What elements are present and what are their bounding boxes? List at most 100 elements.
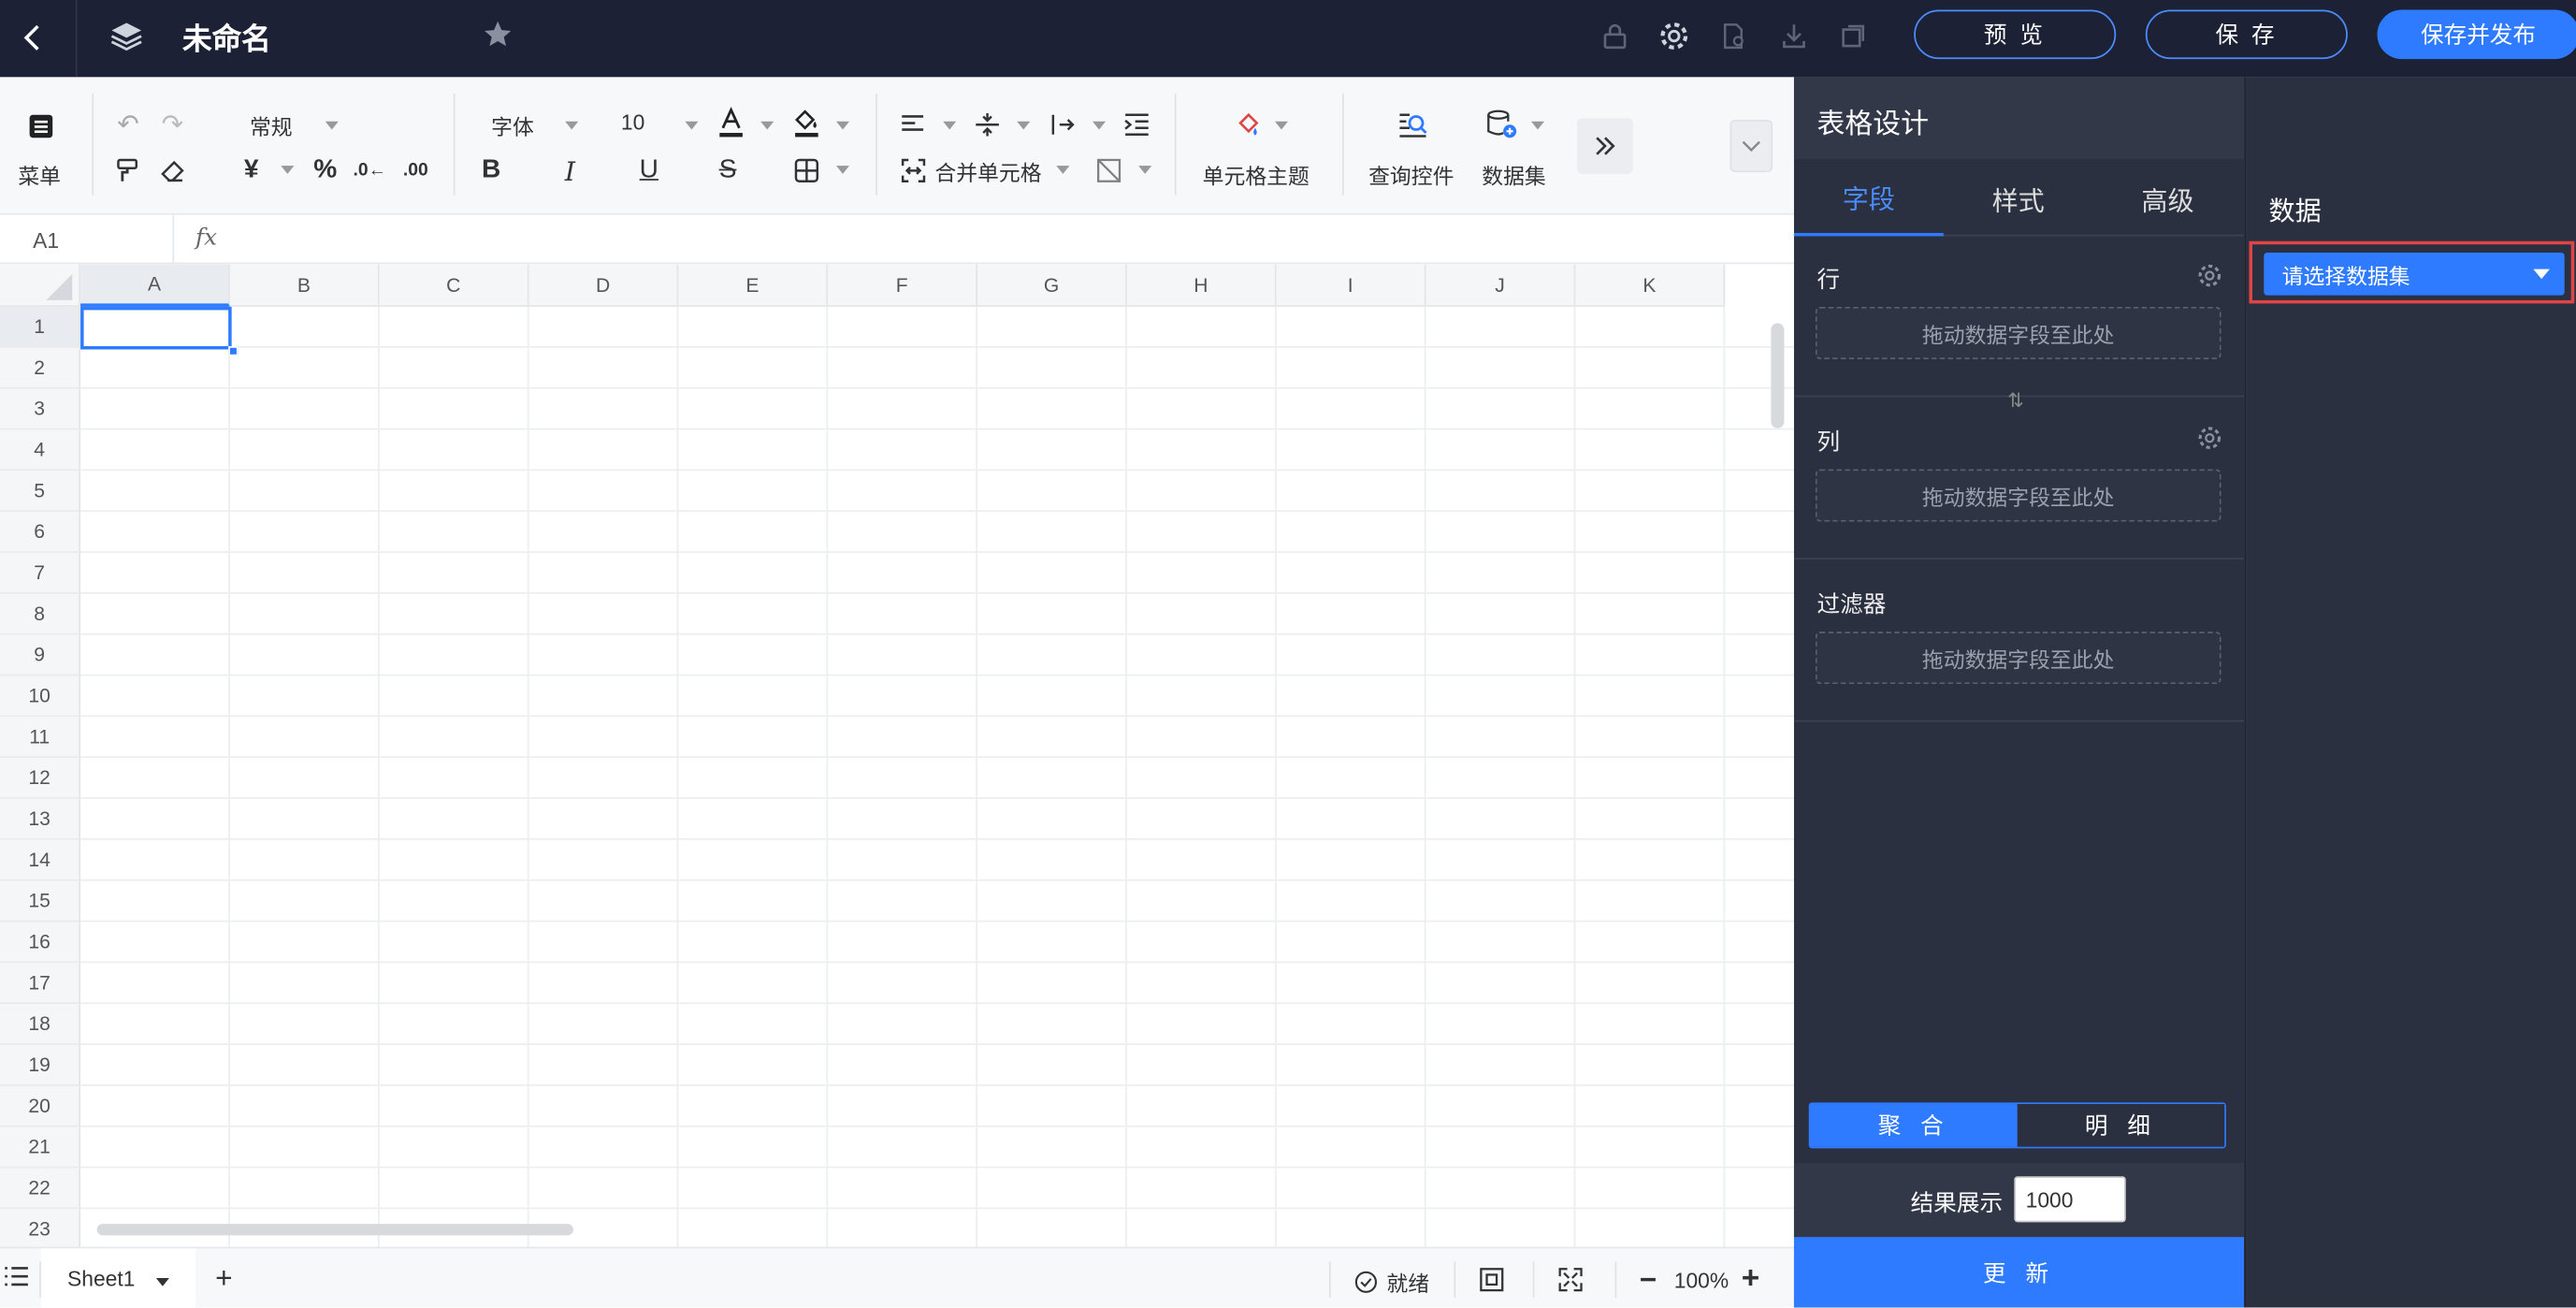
row-header[interactable]: 18 bbox=[0, 1004, 81, 1045]
query-control-icon[interactable] bbox=[1397, 109, 1429, 141]
row-header[interactable]: 8 bbox=[0, 593, 81, 635]
layers-icon[interactable] bbox=[107, 17, 146, 56]
mode-aggregate-button[interactable]: 聚 合 bbox=[1810, 1104, 2018, 1147]
row-header[interactable]: 14 bbox=[0, 839, 81, 881]
chevron-down-icon[interactable] bbox=[1530, 121, 1544, 130]
column-header[interactable]: I bbox=[1276, 264, 1426, 307]
text-wrap-icon[interactable] bbox=[1047, 109, 1079, 141]
sheet-tab-label[interactable]: Sheet1 bbox=[67, 1267, 135, 1291]
fullscreen-icon[interactable] bbox=[1557, 1267, 1584, 1293]
zoom-out-icon[interactable]: − bbox=[1640, 1263, 1657, 1298]
chevron-down-icon[interactable] bbox=[835, 166, 850, 174]
settings-icon[interactable] bbox=[1656, 18, 1692, 54]
menu-icon[interactable] bbox=[24, 109, 57, 142]
bold-icon[interactable]: B bbox=[475, 154, 508, 187]
undo-icon[interactable]: ↶ bbox=[111, 109, 144, 141]
file-settings-icon[interactable] bbox=[1715, 18, 1752, 54]
row-header[interactable]: 17 bbox=[0, 963, 81, 1005]
eraser-icon[interactable] bbox=[156, 154, 189, 187]
row-header[interactable]: 2 bbox=[0, 347, 81, 389]
format-painter-icon[interactable] bbox=[111, 154, 144, 187]
row-header[interactable]: 7 bbox=[0, 552, 81, 594]
currency-icon[interactable]: ¥ bbox=[235, 154, 268, 187]
column-header[interactable]: D bbox=[528, 264, 679, 307]
row-header[interactable]: 16 bbox=[0, 922, 81, 964]
row-header[interactable]: 4 bbox=[0, 429, 81, 472]
zoom-in-icon[interactable]: + bbox=[1742, 1261, 1760, 1298]
swap-icon[interactable]: ⇅ bbox=[2007, 389, 2024, 413]
save-button[interactable]: 保 存 bbox=[2145, 9, 2348, 60]
chevron-down-icon[interactable] bbox=[943, 121, 957, 130]
add-sheet-button[interactable]: + bbox=[215, 1261, 232, 1296]
align-left-icon[interactable] bbox=[897, 109, 930, 141]
dataset-label[interactable]: 数据集 bbox=[1482, 159, 1546, 190]
chevron-down-icon[interactable] bbox=[835, 121, 850, 130]
column-header[interactable]: K bbox=[1575, 264, 1726, 307]
horizontal-scrollbar[interactable] bbox=[96, 1224, 573, 1236]
column-header[interactable]: J bbox=[1425, 264, 1576, 307]
preview-button[interactable]: 预 览 bbox=[1914, 9, 2117, 60]
dataset-icon[interactable] bbox=[1485, 109, 1518, 141]
row-header[interactable]: 6 bbox=[0, 512, 81, 553]
row-header[interactable]: 23 bbox=[0, 1209, 81, 1247]
diagonal-line-icon[interactable] bbox=[1093, 154, 1125, 187]
chevron-down-icon[interactable] bbox=[2533, 269, 2550, 280]
row-header[interactable]: 11 bbox=[0, 717, 81, 759]
collapse-toolbar-button[interactable] bbox=[1729, 120, 1773, 173]
sheet-list-icon[interactable] bbox=[4, 1265, 30, 1288]
column-header[interactable]: G bbox=[977, 264, 1127, 307]
gear-icon[interactable] bbox=[2196, 263, 2222, 289]
select-all-corner[interactable] bbox=[0, 264, 81, 307]
star-icon[interactable] bbox=[480, 17, 516, 53]
redo-icon[interactable]: ↷ bbox=[156, 109, 189, 141]
fit-page-icon[interactable] bbox=[1479, 1267, 1505, 1293]
strikethrough-icon[interactable]: S bbox=[712, 154, 745, 187]
result-limit-input[interactable]: 1000 bbox=[2014, 1176, 2126, 1223]
row-header[interactable]: 9 bbox=[0, 634, 81, 676]
number-format-select[interactable]: 常规 bbox=[250, 109, 293, 140]
chevron-down-icon[interactable] bbox=[1056, 166, 1070, 174]
selected-cell[interactable] bbox=[80, 306, 232, 350]
chevron-down-icon[interactable] bbox=[155, 1277, 169, 1286]
row-header[interactable]: 1 bbox=[0, 306, 81, 348]
chevron-down-icon[interactable] bbox=[1092, 121, 1107, 130]
tab-fields[interactable]: 字段 bbox=[1793, 159, 1944, 237]
column-header[interactable]: H bbox=[1126, 264, 1277, 307]
underline-icon[interactable]: U bbox=[632, 154, 665, 187]
vertical-scrollbar[interactable] bbox=[1771, 323, 1785, 429]
spreadsheet-grid[interactable]: A B C D E F G H I J K 1 2 3 4 5 6 7 8 9 10 11 12 13 14 15 16 17 18 19… bbox=[0, 264, 1794, 1247]
italic-icon[interactable]: I bbox=[554, 154, 586, 187]
expand-toolbar-button[interactable] bbox=[1577, 118, 1633, 174]
zoom-level[interactable]: 100% bbox=[1674, 1268, 1729, 1292]
chevron-down-icon[interactable] bbox=[685, 121, 699, 130]
column-header[interactable]: C bbox=[379, 264, 529, 307]
filter-dropzone[interactable]: 拖动数据字段至此处 bbox=[1815, 632, 2221, 685]
copy-icon[interactable] bbox=[1835, 18, 1872, 54]
lock-icon[interactable] bbox=[1597, 18, 1633, 54]
cell-theme-label[interactable]: 单元格主题 bbox=[1203, 159, 1310, 190]
indent-icon[interactable] bbox=[1121, 109, 1153, 141]
font-family-select[interactable]: 字体 bbox=[491, 109, 534, 140]
report-title[interactable]: 未命名 bbox=[182, 17, 271, 60]
percent-icon[interactable]: % bbox=[309, 154, 341, 187]
fill-color-icon[interactable] bbox=[790, 107, 823, 139]
row-header[interactable]: 19 bbox=[0, 1044, 81, 1086]
menu-button-label[interactable]: 菜单 bbox=[18, 159, 61, 190]
chevron-down-icon[interactable] bbox=[1138, 166, 1152, 174]
fill-handle[interactable] bbox=[228, 345, 239, 356]
chevron-down-icon[interactable] bbox=[760, 121, 774, 130]
font-size-select[interactable]: 10 bbox=[621, 109, 644, 134]
column-header[interactable]: B bbox=[229, 264, 380, 307]
tab-advanced[interactable]: 高级 bbox=[2093, 159, 2243, 236]
chevron-down-icon[interactable] bbox=[565, 121, 579, 130]
save-publish-button[interactable]: 保存并发布 bbox=[2377, 9, 2576, 60]
tab-style[interactable]: 样式 bbox=[1944, 159, 2093, 236]
column-header[interactable]: E bbox=[678, 264, 829, 307]
row-header[interactable]: 13 bbox=[0, 798, 81, 840]
font-color-icon[interactable] bbox=[715, 107, 747, 139]
chevron-down-icon[interactable] bbox=[1274, 121, 1289, 130]
query-control-label[interactable]: 查询控件 bbox=[1368, 159, 1454, 190]
sheet-tab-active[interactable]: Sheet1 bbox=[40, 1248, 196, 1308]
cell-reference[interactable]: A1 bbox=[33, 228, 59, 253]
row-header[interactable]: 3 bbox=[0, 388, 81, 430]
